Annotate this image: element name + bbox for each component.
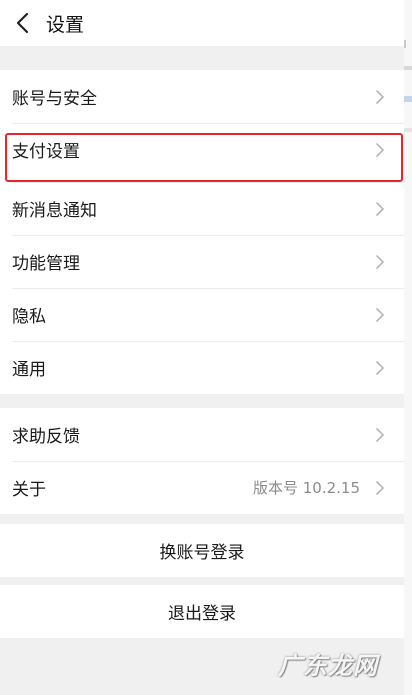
chevron-right-icon [368,250,392,274]
edge-mark [404,96,412,102]
top-bar: 设置 [0,0,412,46]
edge-mark [404,128,412,132]
chevron-right-icon [368,356,392,380]
settings-item-features[interactable]: 功能管理 [0,235,404,288]
page-title: 设置 [46,13,85,36]
settings-group-support: 求助反馈 关于 版本号 10.2.15 [0,408,404,514]
settings-item-privacy[interactable]: 隐私 [0,288,404,341]
settings-item-label: 隐私 [12,307,46,327]
chevron-right-icon [368,303,392,327]
settings-item-account-security[interactable]: 账号与安全 [0,70,404,123]
switch-account-button[interactable]: 换账号登录 [0,524,404,577]
settings-item-label: 求助反馈 [12,427,80,447]
version-text: 版本号 10.2.15 [252,479,360,497]
chevron-right-icon [368,423,392,447]
settings-item-payment[interactable]: 支付设置 [0,123,404,176]
logout-button[interactable]: 退出登录 [0,585,404,638]
side-panel-edge [404,0,412,695]
chevron-right-icon [368,85,392,109]
watermark-logo: 广东龙网 [278,651,378,680]
edge-mark [404,66,412,70]
chevron-right-icon [368,197,392,221]
settings-group-main: 账号与安全 支付设置 新消息通知 功能管理 隐私 通用 [0,70,404,394]
settings-item-general[interactable]: 通用 [0,341,404,394]
edge-mark [404,40,412,48]
settings-item-label: 关于 [12,480,46,500]
back-arrow-icon [16,12,29,34]
chevron-right-icon [368,138,392,162]
back-button[interactable] [2,0,42,46]
settings-item-label: 账号与安全 [12,89,97,109]
settings-item-about[interactable]: 关于 版本号 10.2.15 [0,461,404,514]
chevron-right-icon [368,476,392,500]
settings-item-label: 支付设置 [12,142,80,162]
settings-item-label: 功能管理 [12,254,80,274]
settings-item-help-feedback[interactable]: 求助反馈 [0,408,404,461]
settings-item-notifications[interactable]: 新消息通知 [0,182,404,235]
settings-item-label: 通用 [12,360,46,380]
settings-item-label: 新消息通知 [12,201,97,221]
